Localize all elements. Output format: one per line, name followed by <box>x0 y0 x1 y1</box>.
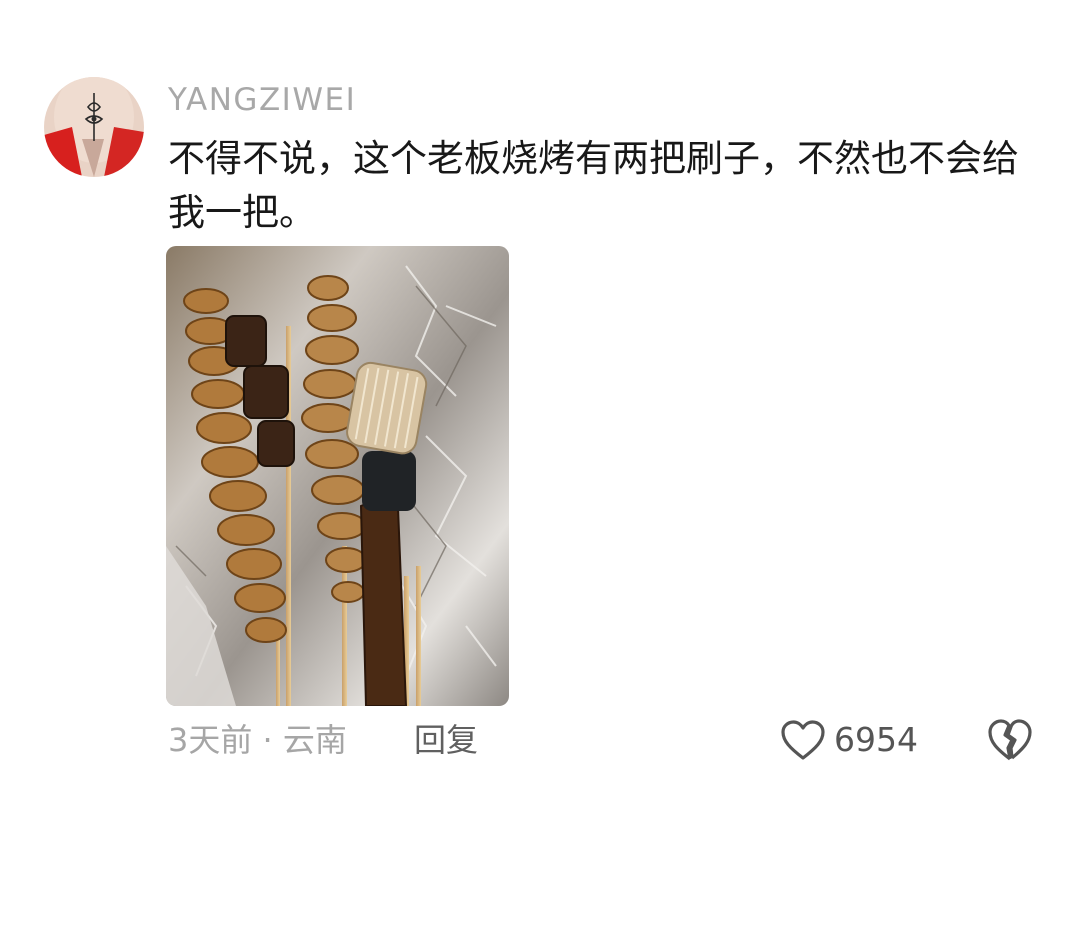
dislike-button[interactable] <box>986 717 1034 763</box>
username[interactable]: YANGZIWEI <box>168 82 356 118</box>
comment-meta: 3天前 · 云南 <box>168 720 347 760</box>
comment-text: 不得不说，这个老板烧烤有两把刷子，不然也不会给我一把。 <box>168 137 1019 234</box>
avatar-image <box>44 77 144 177</box>
reply-button[interactable]: 回复 <box>414 720 478 760</box>
meta-separator: · <box>262 721 273 759</box>
like-count: 6954 <box>834 720 918 759</box>
heart-outline-icon <box>781 720 825 760</box>
comment-location: 云南 <box>282 721 347 759</box>
comment-item: YANGZIWEI 不得不说，这个老板烧烤有两把刷子，不然也不会给我一把。 3天… <box>0 0 1080 952</box>
bbq-skewers-image <box>166 246 509 706</box>
comment-time: 3天前 <box>168 721 253 759</box>
broken-heart-icon <box>988 719 1032 761</box>
avatar[interactable] <box>44 77 144 177</box>
like-button[interactable]: 6954 <box>780 716 918 764</box>
comment-photo[interactable] <box>166 246 509 706</box>
